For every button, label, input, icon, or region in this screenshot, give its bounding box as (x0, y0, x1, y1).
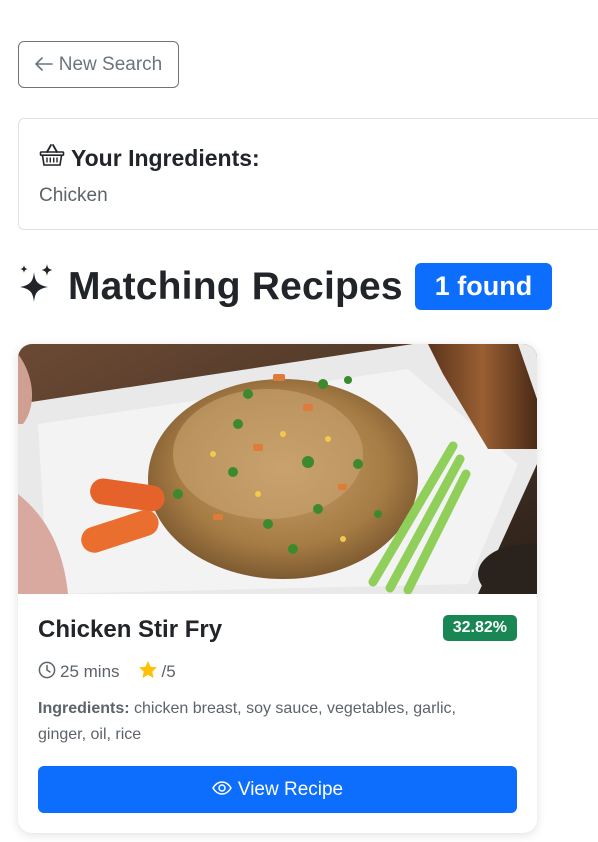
new-search-button[interactable]: New Search (18, 41, 179, 88)
recipe-ingredients: Ingredients: chicken breast, soy sauce, … (38, 696, 508, 748)
sparkles-icon (18, 262, 56, 311)
ingredients-card: Your Ingredients: Chicken (18, 118, 598, 230)
match-percentage-badge: 32.82% (442, 615, 517, 641)
view-recipe-label: View Recipe (237, 778, 344, 800)
star-icon (138, 660, 158, 684)
arrow-left-icon (34, 55, 53, 75)
recipe-meta: 25 mins /5 (38, 660, 176, 684)
recipe-ingredients-label: Ingredients: (38, 700, 130, 717)
basket-icon (39, 143, 65, 173)
ingredients-title: Your Ingredients: (71, 144, 260, 171)
new-search-label: New Search (58, 53, 163, 75)
clock-icon (38, 661, 56, 684)
results-count-badge: 1 found (414, 263, 553, 310)
recipe-rating: /5 (161, 662, 176, 681)
recipe-name: Chicken Stir Fry (38, 616, 223, 643)
recipe-time: 25 mins (60, 662, 120, 681)
view-recipe-button[interactable]: View Recipe (38, 766, 517, 813)
ingredients-heading: Your Ingredients: (39, 143, 260, 173)
results-header: Matching Recipes 1 found (18, 262, 553, 311)
recipe-image[interactable] (18, 344, 537, 604)
results-title: Matching Recipes (68, 264, 403, 308)
recipe-card: Chicken Stir Fry 32.82% 25 mins /5 Ingre… (18, 344, 537, 833)
eye-icon (211, 779, 232, 801)
ingredients-value: Chicken (39, 185, 108, 206)
